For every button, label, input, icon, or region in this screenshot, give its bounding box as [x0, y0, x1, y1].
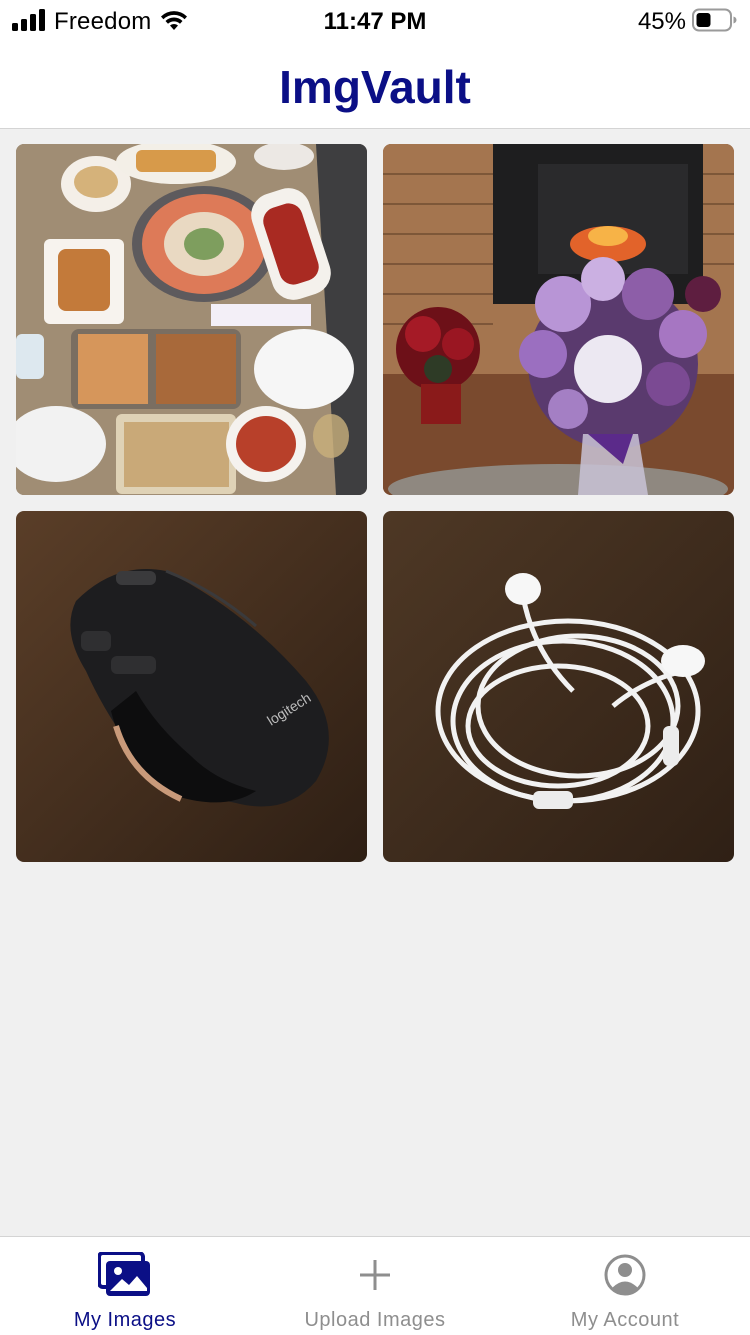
account-icon — [603, 1249, 647, 1301]
logitech-mouse-image[interactable]: logitech — [16, 511, 367, 862]
battery-icon — [692, 8, 738, 37]
food-platter-image[interactable] — [16, 144, 367, 495]
earphones-image[interactable] — [383, 511, 734, 862]
image-tile-mouse[interactable]: logitech — [16, 511, 367, 862]
image-tile-earphones[interactable] — [383, 511, 734, 862]
plus-icon — [358, 1249, 392, 1301]
status-right: 45% — [638, 8, 738, 36]
tab-upload-images[interactable]: Upload Images — [250, 1237, 500, 1335]
images-icon — [98, 1249, 152, 1301]
tab-bar: My Images Upload Images My Account — [0, 1236, 750, 1335]
battery-percent: 45% — [637, 8, 686, 35]
fireplace-flowers-image[interactable] — [383, 144, 734, 495]
status-bar: Freedom 11:47 PM 45% — [0, 0, 750, 44]
tab-label-my-account: My Account — [570, 1309, 680, 1331]
tab-my-account[interactable]: My Account — [500, 1237, 750, 1335]
app-title: ImgVault — [279, 61, 471, 113]
tab-label-my-images: My Images — [73, 1309, 177, 1331]
image-tile-food[interactable] — [16, 144, 367, 495]
tab-label-upload-images: Upload Images — [304, 1309, 446, 1331]
app-header: ImgVault — [0, 44, 750, 129]
tab-my-images[interactable]: My Images — [0, 1237, 250, 1335]
image-tile-flowers[interactable] — [383, 144, 734, 495]
